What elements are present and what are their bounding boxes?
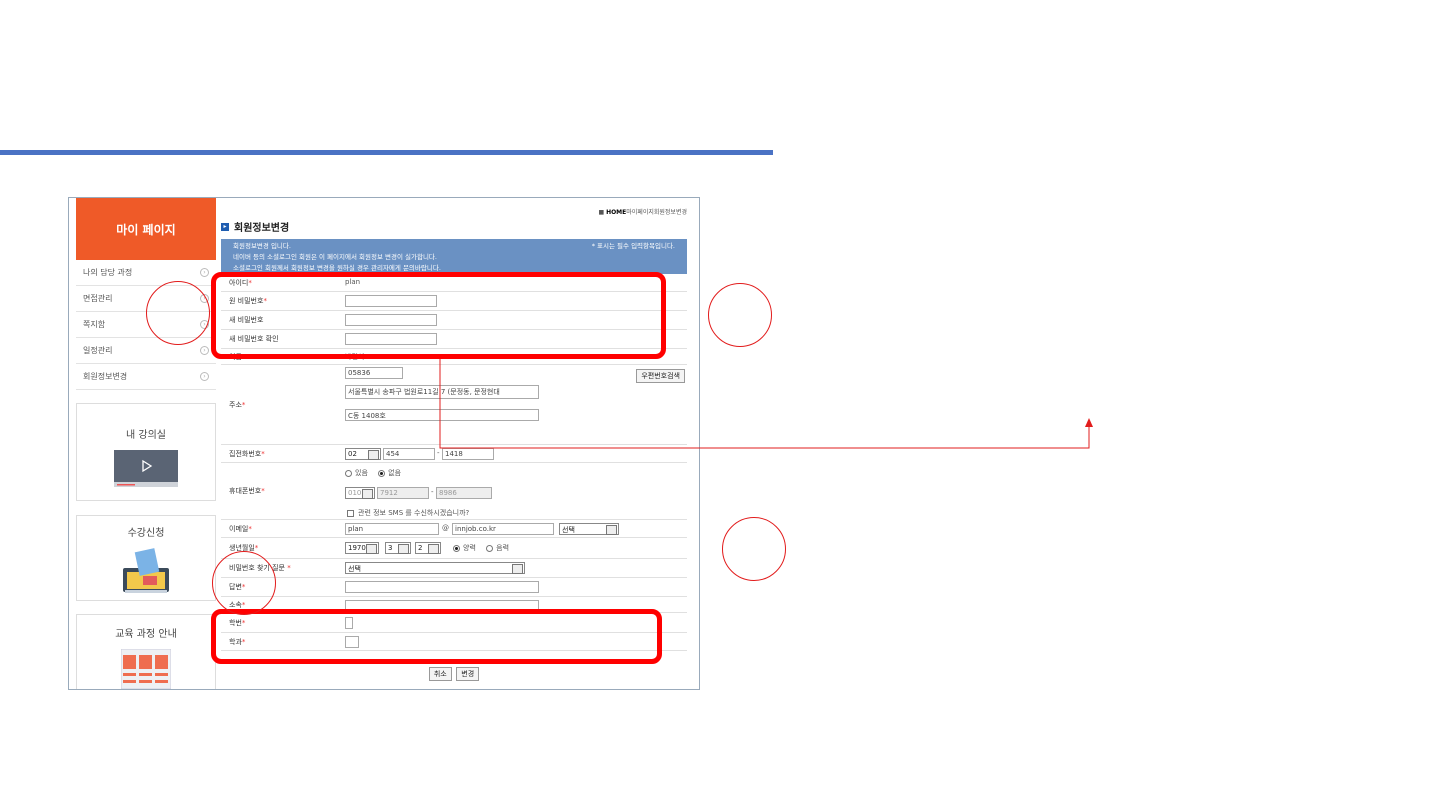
annotation-arrow: [439, 359, 1093, 449]
